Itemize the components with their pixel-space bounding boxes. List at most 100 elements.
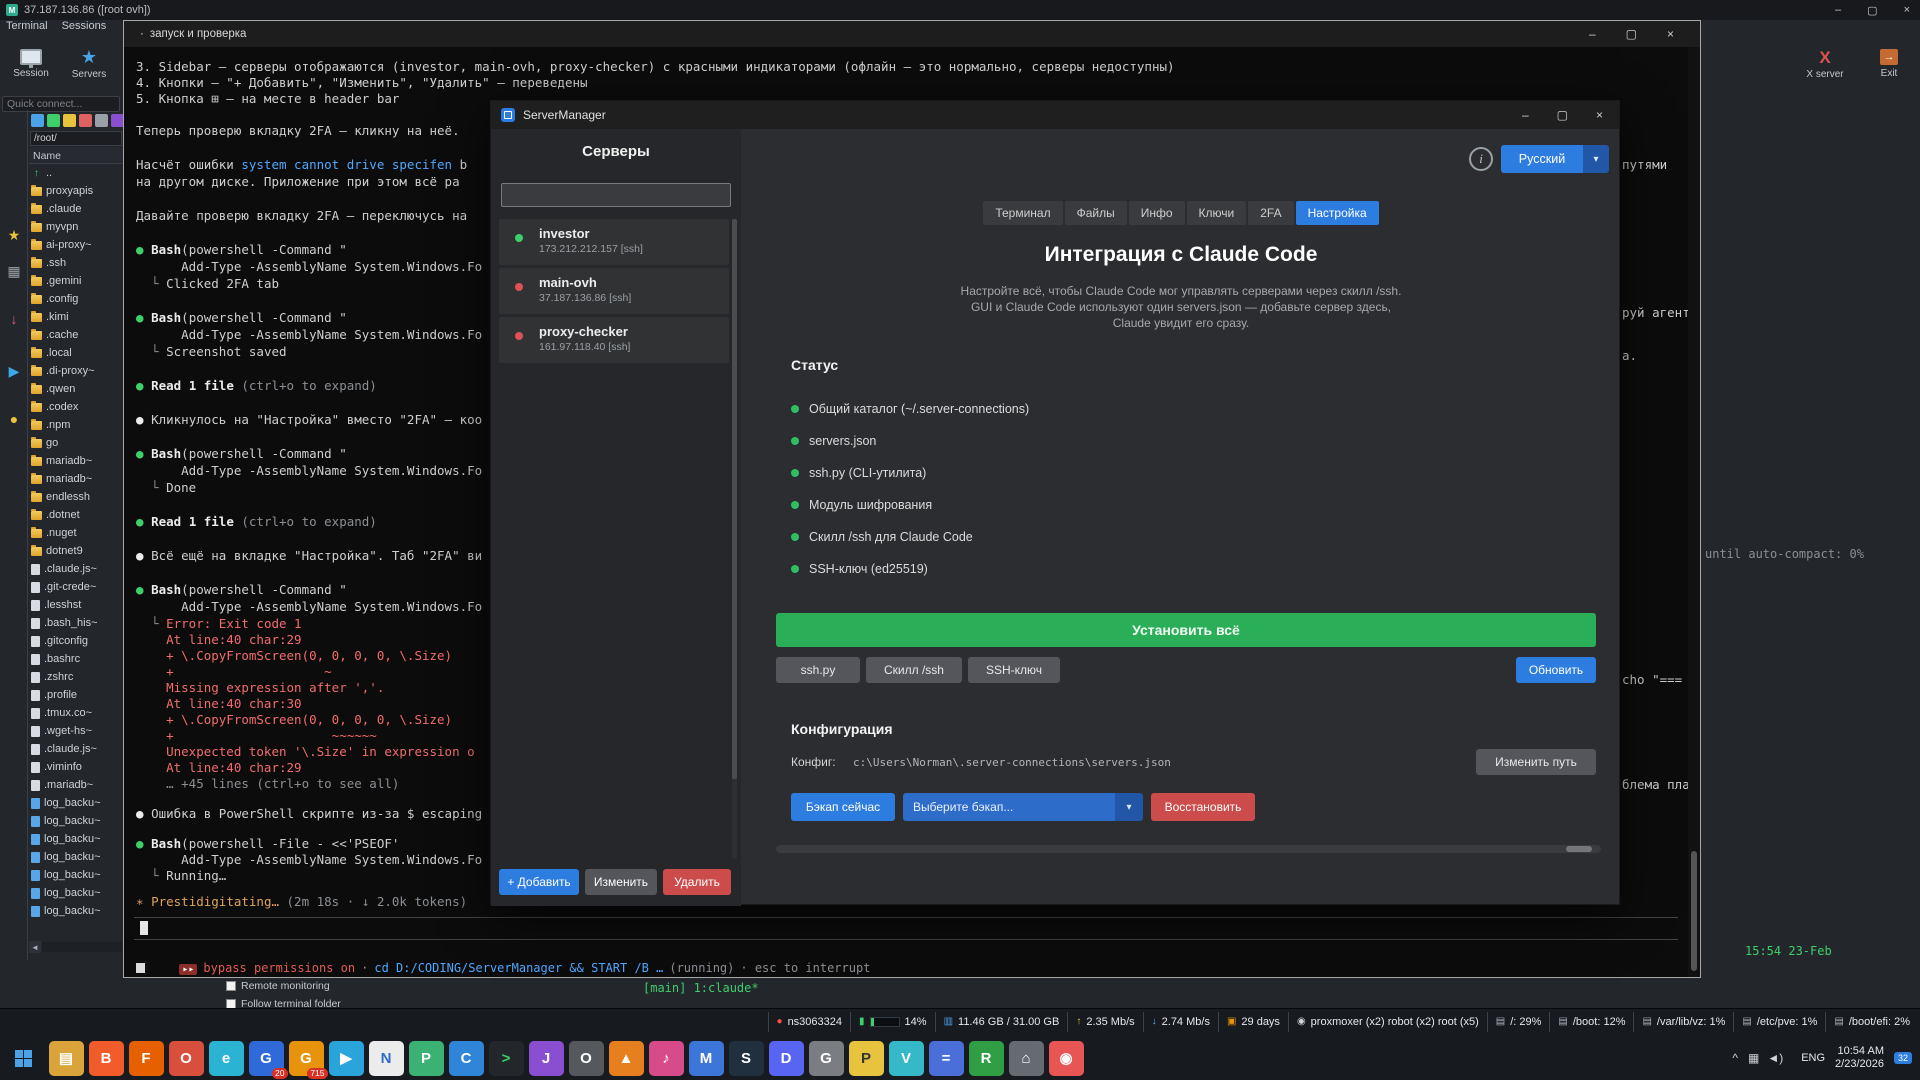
taskbar-app-chrome-profile-2[interactable]: G715 [289, 1041, 324, 1076]
change-path-button[interactable]: Изменить путь [1476, 749, 1596, 775]
favorites-icon[interactable]: ★ [5, 226, 23, 244]
taskbar-app-vm[interactable]: V [889, 1041, 924, 1076]
tree-item[interactable]: log_backu~ [29, 866, 122, 884]
checkbox[interactable] [226, 981, 236, 991]
backup-now-button[interactable]: Бэкап сейчас [791, 793, 895, 821]
tree-item[interactable]: log_backu~ [29, 794, 122, 812]
minimize-icon[interactable]: – [1835, 4, 1841, 16]
close-icon[interactable]: × [1904, 4, 1910, 16]
status-dot-icon[interactable]: ● [5, 410, 23, 428]
tree-item[interactable]: .mariadb~ [29, 776, 122, 794]
maximize-icon[interactable]: ▢ [1626, 27, 1637, 41]
tree-item[interactable]: .zshrc [29, 668, 122, 686]
restore-button[interactable]: Восстановить [1151, 793, 1255, 821]
tree-item[interactable]: .claude [29, 200, 122, 218]
content-horizontal-scrollbar[interactable] [776, 845, 1601, 853]
tree-item[interactable]: .claude.js~ [29, 560, 122, 578]
tool-button-2[interactable]: Скилл /ssh [866, 657, 962, 683]
tree-item[interactable]: log_backu~ [29, 902, 122, 920]
add-server-button[interactable]: + Добавить [499, 869, 579, 895]
taskbar-app-vscode[interactable]: C [449, 1041, 484, 1076]
tab-настройка[interactable]: Настройка [1296, 201, 1379, 225]
taskbar-app-music[interactable]: ♪ [649, 1041, 684, 1076]
taskbar-app-putty[interactable]: P [849, 1041, 884, 1076]
tree-item[interactable]: .codex [29, 398, 122, 416]
backup-select[interactable]: Выберите бэкап... ▾ [903, 793, 1143, 821]
taskbar-app-telegram[interactable]: ▶ [329, 1041, 364, 1076]
network-icon[interactable]: ▦ [1748, 1051, 1759, 1065]
tree-item[interactable]: .bashrc [29, 650, 122, 668]
tree-item[interactable]: .profile [29, 686, 122, 704]
taskbar-app-notepad[interactable]: N [369, 1041, 404, 1076]
tree-item[interactable]: .git-crede~ [29, 578, 122, 596]
scrollbar-thumb[interactable] [732, 219, 737, 779]
download-icon[interactable]: ↓ [5, 310, 23, 328]
tree-item[interactable]: .local [29, 344, 122, 362]
tree-item[interactable]: .npm [29, 416, 122, 434]
scroll-left-icon[interactable]: ◄ [29, 941, 41, 953]
tree-horizontal-scrollbar[interactable]: ◄ [29, 941, 122, 953]
tool-button-3[interactable]: SSH-ключ [968, 657, 1060, 683]
taskbar-app-vlc[interactable]: ▲ [609, 1041, 644, 1076]
close-icon[interactable]: × [1596, 108, 1603, 122]
tree-item[interactable]: proxyapis [29, 182, 122, 200]
taskbar-app-browser[interactable]: ◉ [1049, 1041, 1084, 1076]
scrollbar-thumb[interactable] [1691, 851, 1697, 971]
tree-item[interactable]: dotnet9 [29, 542, 122, 560]
taskbar-app-brave[interactable]: B [89, 1041, 124, 1076]
taskbar-app-calculator[interactable]: = [929, 1041, 964, 1076]
tree-item[interactable]: .nuget [29, 524, 122, 542]
tree-item[interactable]: log_backu~ [29, 884, 122, 902]
sftp-toolbar-icon[interactable] [47, 114, 60, 127]
tree-item[interactable]: .bash_his~ [29, 614, 122, 632]
tree-item[interactable]: .claude.js~ [29, 740, 122, 758]
path-input[interactable] [30, 131, 122, 146]
send-icon[interactable]: ▶ [5, 362, 23, 380]
taskbar-app-steam[interactable]: S [729, 1041, 764, 1076]
tab-ключи[interactable]: Ключи [1187, 201, 1247, 225]
close-icon[interactable]: × [1667, 27, 1674, 41]
clock[interactable]: 10:54 AM 2/23/2026 [1835, 1045, 1884, 1071]
taskbar-app-rdp[interactable]: R [969, 1041, 1004, 1076]
taskbar-app-discord[interactable]: D [769, 1041, 804, 1076]
sftp-toolbar-icon[interactable] [31, 114, 44, 127]
tab-файлы[interactable]: Файлы [1065, 201, 1127, 225]
tool-button-1[interactable]: ssh.py [776, 657, 860, 683]
session-button[interactable]: Session [4, 38, 58, 90]
taskbar-app-chrome-profile-1[interactable]: G20 [249, 1041, 284, 1076]
tree-item[interactable]: log_backu~ [29, 812, 122, 830]
scroll-track[interactable] [42, 942, 122, 952]
maximize-icon[interactable]: ▢ [1557, 108, 1568, 122]
tree-item[interactable]: ai-proxy~ [29, 236, 122, 254]
tab-2fa[interactable]: 2FA [1248, 201, 1293, 225]
taskbar-app-terminal[interactable]: > [489, 1041, 524, 1076]
tree-item[interactable]: .config [29, 290, 122, 308]
install-all-button[interactable]: Установить всё [776, 613, 1596, 647]
minimize-icon[interactable]: – [1522, 108, 1529, 122]
terminal-scrollbar[interactable] [1688, 47, 1700, 977]
tree-item[interactable]: .qwen [29, 380, 122, 398]
minimize-icon[interactable]: – [1589, 27, 1596, 41]
option-remote-monitoring[interactable]: Remote monitoring [226, 980, 330, 992]
tree-item[interactable]: .lesshst [29, 596, 122, 614]
scrollbar-thumb[interactable] [1566, 846, 1592, 852]
x-server-button[interactable]: X X server [1798, 38, 1852, 90]
taskbar-app-file-explorer[interactable]: ▤ [49, 1041, 84, 1076]
taskbar-app-paint[interactable]: P [409, 1041, 444, 1076]
refresh-button[interactable]: Обновить [1516, 657, 1596, 683]
tab-терминал[interactable]: Терминал [983, 201, 1062, 225]
tree-item[interactable]: myvpn [29, 218, 122, 236]
taskbar-app-mail[interactable]: M [689, 1041, 724, 1076]
taskbar-app-edge[interactable]: e [209, 1041, 244, 1076]
tree-item[interactable]: mariadb~ [29, 452, 122, 470]
start-button[interactable] [0, 1035, 46, 1080]
taskbar-app-obs[interactable]: O [569, 1041, 604, 1076]
delete-server-button[interactable]: Удалить [663, 869, 731, 895]
tree-item[interactable]: ↑.. [29, 164, 122, 182]
menu-item-sessions[interactable]: Sessions [62, 20, 107, 36]
exit-button[interactable]: → Exit [1862, 38, 1916, 90]
taskbar-app-intellij[interactable]: J [529, 1041, 564, 1076]
tree-item[interactable]: .gitconfig [29, 632, 122, 650]
tree-item[interactable]: .di-proxy~ [29, 362, 122, 380]
info-icon[interactable]: i [1469, 147, 1493, 171]
